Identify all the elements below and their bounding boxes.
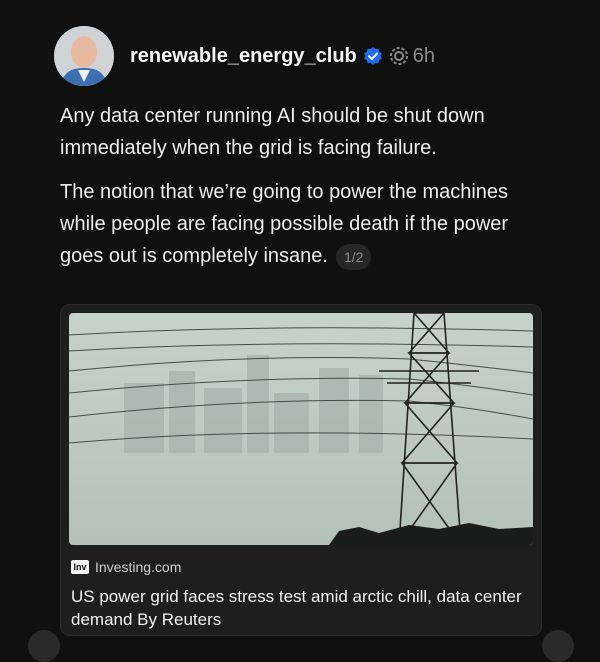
post-paragraph: Any data center running AI should be shu… — [60, 105, 485, 159]
avatar[interactable] — [54, 26, 114, 86]
status-ring-icon — [389, 46, 409, 66]
article-source: Inv Investing.com — [71, 557, 181, 577]
post-body: Any data center running AI should be shu… — [60, 100, 550, 284]
article-image[interactable] — [69, 313, 533, 545]
bottom-action-button[interactable] — [542, 630, 574, 662]
post-paragraph-text: The notion that we’re going to power the… — [60, 181, 509, 267]
post-time: 6h — [412, 44, 436, 67]
link-preview-card[interactable]: Inv Investing.com US power grid faces st… — [60, 304, 542, 636]
verified-badge-icon — [363, 46, 383, 66]
post-paragraph: The notion that we’re going to power the… — [60, 176, 550, 272]
page-counter-badge[interactable]: 1/2 — [335, 243, 372, 270]
post-header: renewable_energy_club 6h — [54, 26, 435, 86]
source-name: Investing.com — [95, 559, 182, 575]
username[interactable]: renewable_energy_club — [130, 45, 357, 68]
investing-logo-icon: Inv — [71, 560, 89, 574]
bottom-action-button[interactable] — [28, 630, 60, 662]
article-title[interactable]: US power grid faces stress test amid arc… — [71, 585, 531, 631]
